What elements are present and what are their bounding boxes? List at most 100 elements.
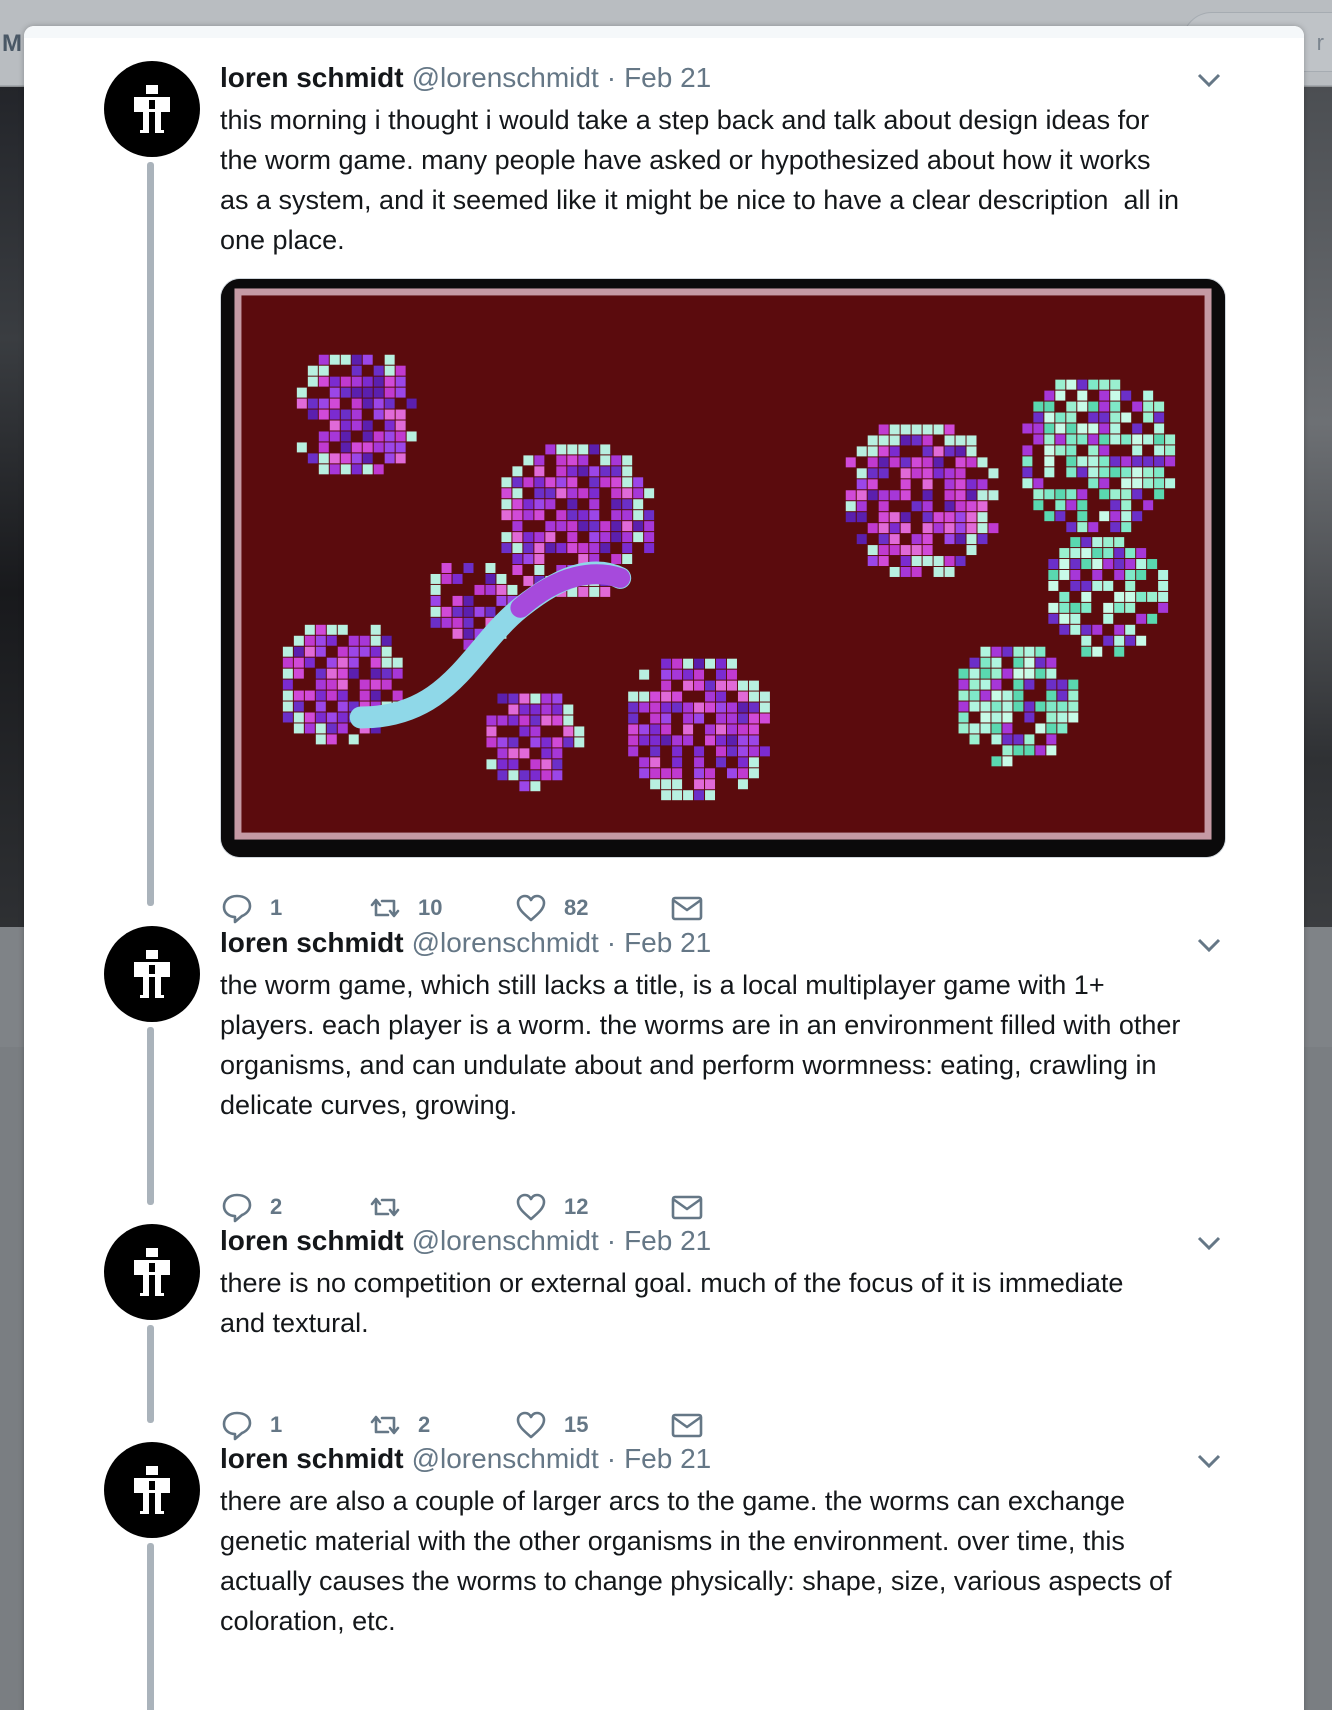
organism-pixel [716, 724, 726, 735]
organism-pixel [362, 376, 373, 387]
organism-pixel [900, 479, 911, 490]
reply-button[interactable]: 1 [220, 1405, 282, 1445]
organism-pixel [326, 657, 337, 668]
chevron-down-icon[interactable] [1194, 933, 1224, 957]
organism-pixel [1088, 379, 1099, 390]
like-button[interactable]: 82 [514, 888, 588, 928]
direct-message-button[interactable] [670, 1187, 704, 1227]
chevron-down-icon[interactable] [1194, 68, 1224, 92]
organism-pixel [1121, 522, 1132, 533]
organism-pixel [1103, 580, 1114, 591]
organism-pixel [507, 584, 518, 595]
organism-pixel [530, 737, 541, 748]
organism-pixel [519, 693, 530, 704]
organism-pixel [1165, 456, 1176, 467]
organism-pixel [1121, 478, 1132, 489]
author-handle[interactable]: @lorenschmidt [412, 1443, 599, 1475]
organism-pixel [661, 658, 672, 669]
direct-message-button[interactable] [670, 1405, 704, 1445]
organism-pixel [1013, 734, 1024, 745]
organism-pixel [1046, 657, 1057, 668]
avatar[interactable] [104, 1224, 200, 1320]
organism-pixel [1125, 569, 1136, 580]
organism-pixel [282, 701, 293, 712]
organism-pixel [705, 735, 716, 746]
organism-pixel [1092, 569, 1103, 580]
chevron-down-icon[interactable] [1194, 1449, 1224, 1473]
organism-pixel [340, 387, 351, 398]
organism-pixel [530, 759, 541, 770]
reply-button[interactable]: 2 [220, 1187, 282, 1227]
author-name[interactable]: loren schmidt [220, 927, 404, 959]
organism-pixel [519, 748, 530, 759]
avatar[interactable] [104, 61, 200, 157]
organism-pixel [578, 521, 589, 532]
author-name[interactable]: loren schmidt [220, 62, 404, 94]
organism-pixel [1059, 602, 1070, 613]
organism-pixel [362, 398, 373, 409]
retweet-button[interactable] [368, 1187, 418, 1227]
author-handle[interactable]: @lorenschmidt [412, 927, 599, 959]
retweet-button[interactable]: 10 [368, 888, 442, 928]
organism-pixel [1121, 467, 1132, 478]
organism-pixel [567, 444, 578, 455]
organism-pixel [508, 704, 519, 715]
like-button[interactable]: 15 [514, 1405, 588, 1445]
organism-pixel [406, 431, 417, 442]
avatar[interactable] [104, 926, 200, 1022]
organism-pixel [1114, 635, 1125, 646]
organism-pixel [497, 737, 508, 748]
organism-pixel [1059, 613, 1070, 624]
organism-pixel [370, 657, 381, 668]
organism-pixel [1081, 602, 1092, 613]
organism-pixel [395, 409, 406, 420]
tweet-date[interactable]: Feb 21 [624, 927, 711, 959]
organism-pixel [589, 543, 600, 554]
direct-message-button[interactable] [670, 888, 704, 928]
organism-pixel [1013, 745, 1024, 756]
organism-pixel [496, 573, 507, 584]
author-name[interactable]: loren schmidt [220, 1225, 404, 1257]
organism-pixel [980, 679, 991, 690]
organism-pixel [1068, 701, 1079, 712]
reply-button[interactable]: 1 [220, 888, 282, 928]
organism-pixel [519, 770, 530, 781]
organism-pixel [348, 657, 359, 668]
organism-pixel [304, 646, 315, 657]
chevron-down-icon[interactable] [1194, 1231, 1224, 1255]
organism-pixel [348, 668, 359, 679]
retweet-button[interactable]: 2 [368, 1405, 430, 1445]
organism-pixel [694, 779, 705, 790]
tweet-thread-modal: loren schmidt @lorenschmidt · Feb 21 thi… [24, 26, 1304, 1710]
tweet-date[interactable]: Feb 21 [624, 62, 711, 94]
like-button[interactable]: 12 [514, 1187, 588, 1227]
tweet-date[interactable]: Feb 21 [624, 1225, 711, 1257]
author-name[interactable]: loren schmidt [220, 1443, 404, 1475]
organism-pixel [337, 690, 348, 701]
organism-pixel [1114, 548, 1125, 559]
organism-pixel [716, 680, 726, 691]
organism-pixel [955, 534, 966, 545]
author-handle[interactable]: @lorenschmidt [412, 62, 599, 94]
organism-pixel [969, 701, 980, 712]
organism-pixel [351, 387, 362, 398]
tweet-media-image[interactable] [220, 278, 1226, 858]
organism-pixel [1035, 657, 1046, 668]
organism-pixel [1077, 434, 1088, 445]
avatar[interactable] [104, 1442, 200, 1538]
tweet-date[interactable]: Feb 21 [624, 1443, 711, 1475]
organism-pixel [523, 575, 534, 586]
organism-pixel [1099, 511, 1110, 522]
organism-pixel [359, 646, 370, 657]
organism-pixel [362, 464, 373, 475]
organism-pixel [705, 768, 716, 779]
organism-pixel [552, 770, 563, 781]
organism-pixel [944, 468, 955, 479]
organism-pixel [326, 635, 337, 646]
organism-pixel [878, 435, 889, 446]
organism-pixel [922, 501, 933, 512]
organism-pixel [1110, 522, 1121, 533]
organism-pixel [922, 468, 933, 479]
author-handle[interactable]: @lorenschmidt [412, 1225, 599, 1257]
organism-pixel [600, 466, 611, 477]
